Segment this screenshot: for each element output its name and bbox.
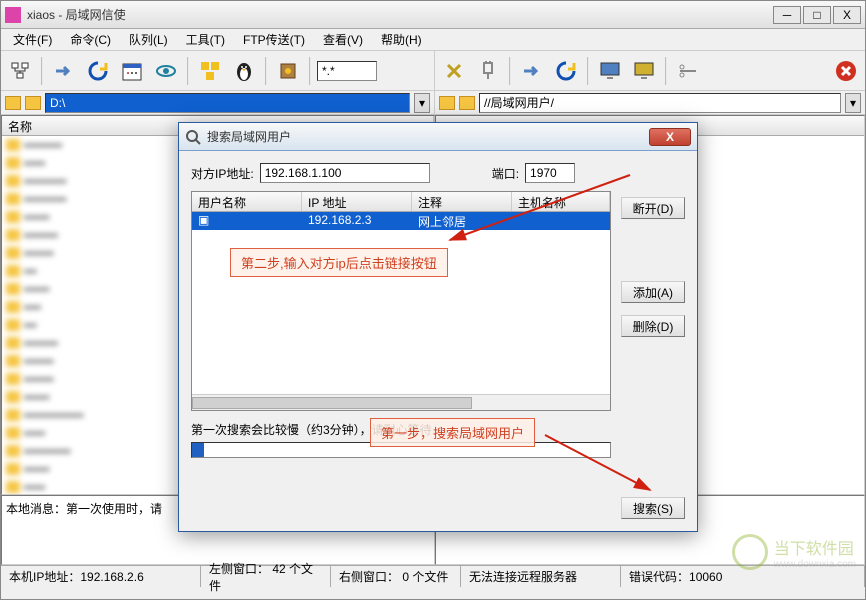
titlebar: xiaos - 局域网信使 ─ □ X	[1, 1, 865, 29]
menu-command[interactable]: 命令(C)	[62, 29, 119, 50]
delete-button[interactable]: 删除(D)	[621, 315, 685, 337]
progress-fill	[192, 443, 204, 457]
window-title: xiaos - 局域网信使	[27, 6, 773, 23]
cell-host	[512, 212, 610, 230]
user-table[interactable]: 用户名称 IP 地址 注释 主机名称 ▣ 192.168.2.3 网上邻居	[191, 191, 611, 411]
left-path-input[interactable]	[45, 93, 410, 113]
err-value: 10060	[689, 570, 722, 584]
err-label: 错误代码：	[629, 568, 689, 585]
annotation-step1: 第一步，搜索局域网用户	[370, 418, 535, 447]
close-button[interactable]: X	[833, 6, 861, 24]
mask-input[interactable]	[317, 61, 377, 81]
col-comment[interactable]: 注释	[412, 192, 512, 211]
table-scrollbar[interactable]	[192, 394, 610, 410]
search-lan-dialog: 搜索局域网用户 X 对方IP地址: 端口: 用户名称 IP 地址 注释 主机名称…	[178, 122, 698, 532]
ip-input[interactable]	[260, 163, 430, 183]
port-label: 端口:	[492, 165, 519, 182]
watermark-url: www.downxia.com	[774, 559, 856, 570]
conn-status: 无法连接远程服务器	[461, 566, 621, 587]
menu-ftp[interactable]: FTP传送(T)	[235, 29, 313, 50]
dialog-titlebar[interactable]: 搜索局域网用户 X	[179, 123, 697, 151]
col-ip[interactable]: IP 地址	[302, 192, 412, 211]
disconnect-button[interactable]: 断开(D)	[621, 197, 685, 219]
up-folder-icon[interactable]	[459, 96, 475, 110]
menu-queue[interactable]: 队列(L)	[121, 29, 176, 50]
network-icon[interactable]	[5, 56, 35, 86]
toolbar	[1, 51, 865, 91]
monitor-icon[interactable]	[595, 56, 625, 86]
port-input[interactable]	[525, 163, 575, 183]
menu-file[interactable]: 文件(F)	[5, 29, 60, 50]
maximize-button[interactable]: □	[803, 6, 831, 24]
app-icon	[5, 7, 21, 23]
ip-label: 对方IP地址:	[191, 165, 254, 182]
dialog-title: 搜索局域网用户	[207, 128, 649, 145]
table-row[interactable]: ▣ 192.168.2.3 网上邻居	[192, 212, 610, 230]
arrow-right-icon[interactable]	[49, 56, 79, 86]
menu-help[interactable]: 帮助(H)	[373, 29, 430, 50]
menu-tools[interactable]: 工具(T)	[178, 29, 233, 50]
penguin-icon[interactable]	[229, 56, 259, 86]
cell-ip: 192.168.2.3	[302, 212, 412, 230]
folder-icon[interactable]	[5, 96, 21, 110]
search-button[interactable]: 搜索(S)	[621, 497, 685, 519]
left-count: 左侧窗口： 42 个文件	[201, 566, 331, 587]
ip-label: 本机IP地址：	[9, 568, 80, 585]
eye-icon[interactable]	[151, 56, 181, 86]
plug-icon[interactable]	[473, 56, 503, 86]
dialog-close-button[interactable]: X	[649, 128, 691, 146]
folder-icon[interactable]	[439, 96, 455, 110]
refresh-icon[interactable]	[83, 56, 113, 86]
refresh-icon[interactable]	[551, 56, 581, 86]
arrow-right-icon[interactable]	[517, 56, 547, 86]
calendar-icon[interactable]	[117, 56, 147, 86]
monitor-alt-icon[interactable]	[629, 56, 659, 86]
minimize-button[interactable]: ─	[773, 6, 801, 24]
add-button[interactable]: 添加(A)	[621, 281, 685, 303]
search-icon	[185, 129, 201, 145]
blocks-icon[interactable]	[195, 56, 225, 86]
right-path-input[interactable]	[479, 93, 841, 113]
cell-comment: 网上邻居	[412, 212, 512, 230]
stop-icon[interactable]	[831, 56, 861, 86]
menu-view[interactable]: 查看(V)	[315, 29, 371, 50]
scissors-icon[interactable]	[673, 56, 703, 86]
disconnect-icon[interactable]	[439, 56, 469, 86]
tools-icon[interactable]	[273, 56, 303, 86]
up-folder-icon[interactable]	[25, 96, 41, 110]
right-count: 右侧窗口： 0 个文件	[331, 566, 461, 587]
path-row: ▾ ▾	[1, 91, 865, 115]
right-path-dropdown[interactable]: ▾	[845, 93, 861, 113]
ip-value: 192.168.2.6	[80, 570, 143, 584]
left-log-text: 本地消息：第一次使用时，请	[6, 502, 162, 516]
col-host[interactable]: 主机名称	[512, 192, 610, 211]
watermark-logo-icon	[732, 534, 768, 570]
col-user[interactable]: 用户名称	[192, 192, 302, 211]
menubar: 文件(F) 命令(C) 队列(L) 工具(T) FTP传送(T) 查看(V) 帮…	[1, 29, 865, 51]
annotation-step2: 第二步,输入对方ip后点击链接按钮	[230, 248, 448, 277]
watermark-text: 当下软件园	[774, 535, 856, 559]
left-path-dropdown[interactable]: ▾	[414, 93, 430, 113]
watermark: 当下软件园 www.downxia.com	[732, 534, 856, 570]
